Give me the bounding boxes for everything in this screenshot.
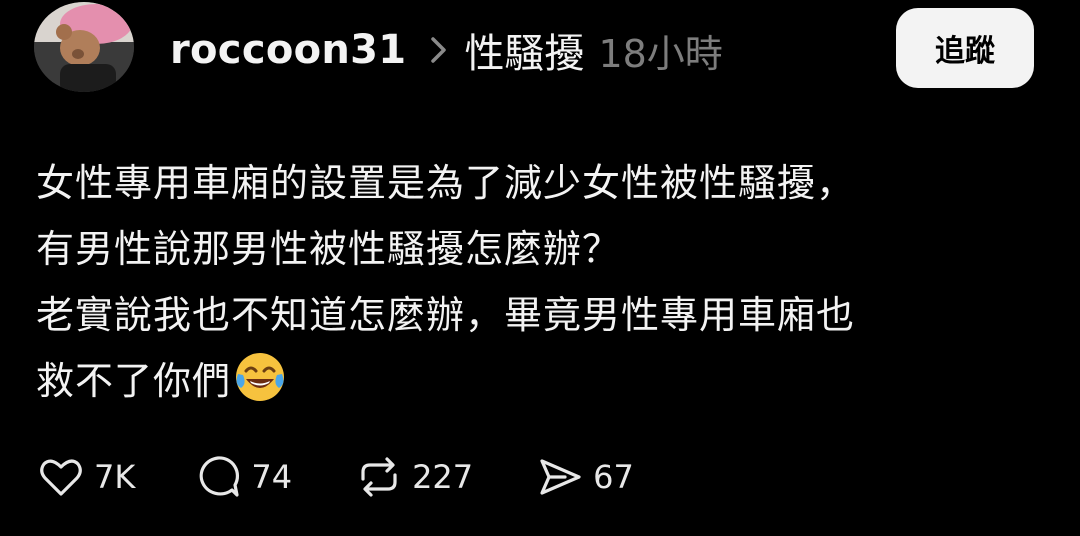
post-line: 女性專用車廂的設置是為了減少女性被性騷擾， bbox=[36, 161, 856, 205]
repost-count: 227 bbox=[412, 458, 474, 496]
comment-icon bbox=[199, 456, 240, 497]
topic-tag[interactable]: 性騷擾 bbox=[464, 21, 584, 79]
post-line-text: 救不了你們 bbox=[36, 359, 232, 403]
face-with-tears-of-joy-icon bbox=[236, 353, 285, 401]
reply-count: 74 bbox=[251, 458, 293, 496]
post-actions: 7K 74 227 67 bbox=[36, 452, 634, 502]
share-count: 67 bbox=[593, 458, 634, 496]
repost-icon bbox=[361, 457, 397, 497]
repost-button[interactable]: 227 bbox=[354, 452, 473, 502]
avatar[interactable] bbox=[34, 2, 134, 92]
post-line: 老實說我也不知道怎麼辦，畢竟男性專用車廂也 bbox=[36, 293, 856, 337]
like-button[interactable]: 7K bbox=[36, 452, 135, 502]
like-count: 7K bbox=[94, 458, 136, 496]
post-line: 有男性說那男性被性騷擾怎麼辦？ bbox=[36, 227, 622, 271]
send-icon bbox=[540, 459, 581, 495]
chevron-right-icon bbox=[431, 37, 447, 63]
follow-button-label: 追蹤 bbox=[935, 34, 995, 69]
post-line-last: 救不了你們 bbox=[36, 348, 1046, 414]
post-header: roccoon31 性騷擾 18小時 bbox=[170, 22, 723, 78]
share-button[interactable]: 67 bbox=[535, 452, 634, 502]
heart-icon bbox=[40, 459, 82, 496]
post-body: 女性專用車廂的設置是為了減少女性被性騷擾， 有男性說那男性被性騷擾怎麼辦？ 老實… bbox=[36, 150, 1046, 414]
post-time: 18小時 bbox=[598, 31, 723, 76]
username-link[interactable]: roccoon31 bbox=[170, 27, 406, 73]
reply-button[interactable]: 74 bbox=[193, 452, 292, 502]
follow-button[interactable]: 追蹤 bbox=[896, 8, 1034, 88]
avatar-image bbox=[34, 2, 134, 92]
